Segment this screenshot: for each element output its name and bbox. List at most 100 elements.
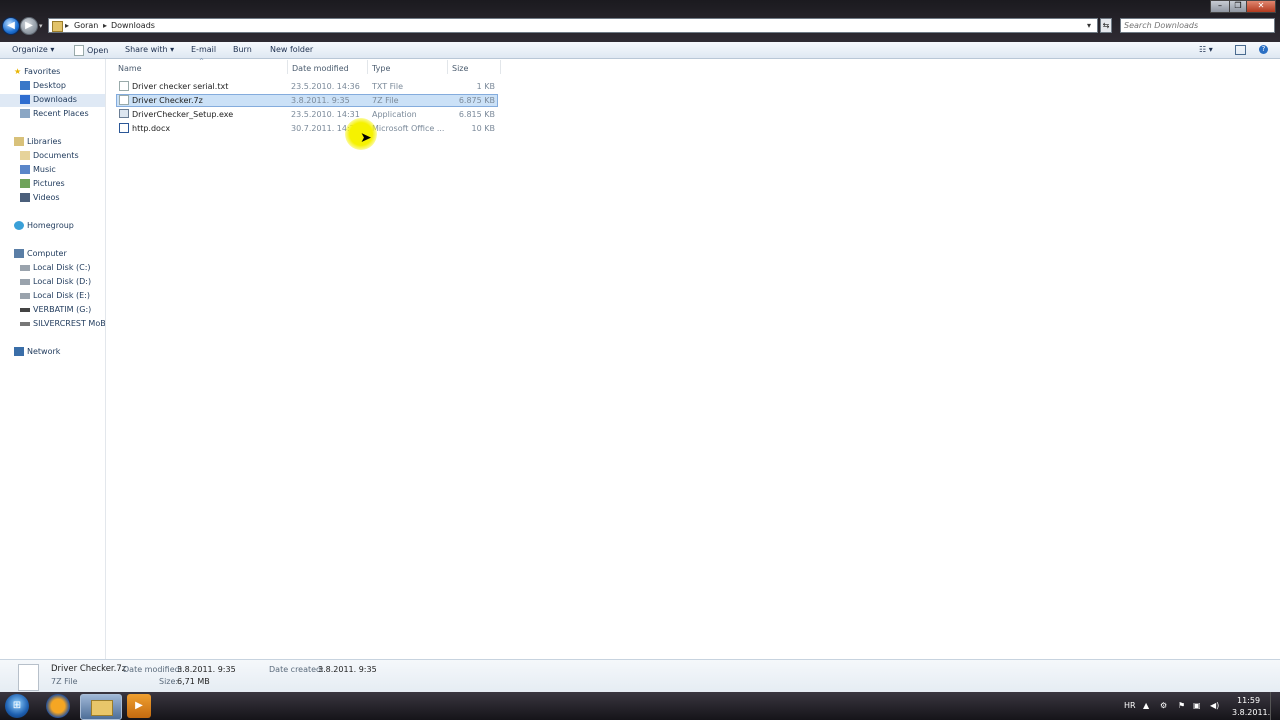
file-list (106, 59, 1280, 659)
sidebar-item-videos[interactable]: Videos (20, 193, 60, 202)
star-icon: ★ (14, 67, 22, 76)
sidebar-item-local-disk-d[interactable]: Local Disk (D:) (20, 277, 91, 286)
sidebar-item-recent-places[interactable]: Recent Places (20, 109, 89, 118)
sidebar-network[interactable]: Network (14, 347, 60, 356)
sidebar-libraries-label: Libraries (27, 137, 62, 146)
command-bar: Organize ▾ Open Share with ▾ E-mail Burn… (0, 42, 1280, 59)
file-row[interactable]: http.docx 30.7.2011. 14:21 Microsoft Off… (116, 122, 498, 135)
details-pane: Driver Checker.7z Date modified: 3.8.201… (0, 659, 1280, 693)
breadcrumb-separator-icon: ▸ (65, 21, 70, 30)
desktop-icon (20, 81, 30, 90)
open-button[interactable]: Open (74, 45, 108, 56)
column-divider (500, 60, 501, 74)
firefox-taskbar-icon[interactable] (46, 694, 70, 718)
search-input[interactable] (1121, 19, 1264, 32)
play-icon: ▶ (135, 700, 143, 711)
mouse-cursor-icon: ➤ (360, 130, 372, 146)
preview-pane-icon[interactable] (1235, 45, 1246, 55)
close-icon: ✕ (1257, 1, 1265, 10)
sidebar-libraries[interactable]: Libraries (14, 137, 62, 146)
downloads-folder-icon (20, 95, 30, 104)
sidebar-item-downloads[interactable]: Downloads (0, 94, 105, 107)
drive-icon (20, 264, 30, 271)
breadcrumb-downloads[interactable]: Downloads (111, 21, 155, 30)
back-button[interactable]: ◀ (2, 17, 20, 35)
organize-button[interactable]: Organize ▾ (12, 45, 54, 54)
organize-label: Organize (12, 45, 48, 54)
file-name: Driver checker serial.txt (132, 82, 229, 91)
sidebar-item-label: SILVERCREST MoBo: (33, 319, 105, 328)
sidebar-item-label: Documents (33, 151, 79, 160)
address-dropdown-icon[interactable]: ▾ (1087, 21, 1091, 30)
file-size: 10 KB (471, 124, 495, 133)
show-desktop-button[interactable] (1270, 692, 1280, 720)
view-options-icon[interactable]: ☷ ▾ (1199, 45, 1213, 54)
column-header-name[interactable]: Name (118, 64, 142, 73)
breadcrumb-goran[interactable]: Goran (74, 21, 98, 30)
help-icon[interactable]: ? (1259, 45, 1268, 54)
action-center-flag-icon[interactable]: ⚑ (1178, 701, 1185, 710)
sidebar-computer-label: Computer (27, 249, 67, 258)
sidebar-homegroup[interactable]: Homegroup (14, 221, 74, 230)
file-type: 7Z File (372, 96, 399, 105)
libraries-icon (14, 137, 24, 146)
column-header-type[interactable]: Type (372, 64, 390, 73)
file-type: Application (372, 110, 417, 119)
media-player-taskbar-icon[interactable]: ▶ (127, 694, 151, 718)
file-name: Driver Checker.7z (132, 96, 203, 105)
file-type: TXT File (372, 82, 404, 91)
details-size-label: Size: (159, 677, 179, 686)
sidebar-item-label: Videos (33, 193, 60, 202)
start-button[interactable]: ⊞ (5, 694, 29, 718)
sidebar-item-pictures[interactable]: Pictures (20, 179, 65, 188)
forward-button[interactable]: ▶ (20, 17, 38, 35)
volume-icon[interactable]: ◀) (1210, 701, 1219, 710)
sidebar-item-label: Local Disk (E:) (33, 291, 90, 300)
network-status-icon[interactable]: ▣ (1193, 701, 1201, 710)
file-name: http.docx (132, 124, 171, 133)
details-modified-label: Date modified: (123, 665, 183, 674)
sidebar-item-label: Pictures (33, 179, 65, 188)
drive-icon (20, 292, 30, 299)
file-size: 6.815 KB (458, 110, 495, 119)
file-row[interactable]: DriverChecker_Setup.exe 23.5.2010. 14:31… (116, 108, 498, 121)
clock-time[interactable]: 11:59 (1237, 696, 1260, 705)
maximize-icon: ❐ (1234, 1, 1242, 10)
burn-button[interactable]: Burn (233, 45, 252, 54)
sidebar-item-music[interactable]: Music (20, 165, 56, 174)
refresh-button[interactable]: ⇆ (1100, 18, 1112, 33)
sidebar-item-local-disk-e[interactable]: Local Disk (E:) (20, 291, 90, 300)
explorer-taskbar-button[interactable] (80, 694, 122, 720)
share-with-button[interactable]: Share with ▾ (125, 45, 174, 54)
clock-date[interactable]: 3.8.2011. (1232, 708, 1270, 717)
sidebar-item-silvercrest[interactable]: SILVERCREST MoBo: (20, 319, 105, 328)
column-divider (367, 60, 368, 74)
sidebar-item-local-disk-c[interactable]: Local Disk (C:) (20, 263, 91, 272)
address-bar[interactable]: ▸ Goran ▸ Downloads ▾ (48, 18, 1098, 33)
maximize-button[interactable]: ❐ (1229, 0, 1247, 13)
file-date: 3.8.2011. 9:35 (291, 96, 350, 105)
sidebar-item-verbatim-g[interactable]: VERBATIM (G:) (20, 305, 91, 314)
search-box[interactable] (1120, 18, 1275, 33)
column-header-size[interactable]: Size (452, 64, 468, 73)
minimize-button[interactable]: – (1210, 0, 1230, 13)
email-button[interactable]: E-mail (191, 45, 216, 54)
file-row[interactable]: Driver checker serial.txt 23.5.2010. 14:… (116, 80, 498, 93)
tray-app-icon[interactable]: ⚙ (1160, 701, 1167, 710)
sidebar-network-label: Network (27, 347, 61, 356)
folder-icon (52, 21, 63, 32)
sidebar-item-documents[interactable]: Documents (20, 151, 79, 160)
documents-icon (20, 151, 30, 160)
file-row-selected[interactable]: Driver Checker.7z 3.8.2011. 9:35 7Z File… (116, 94, 498, 107)
sidebar-homegroup-label: Homegroup (27, 221, 74, 230)
close-button[interactable]: ✕ (1246, 0, 1276, 13)
column-header-date-modified[interactable]: Date modified (292, 64, 349, 73)
sidebar-computer[interactable]: Computer (14, 249, 67, 258)
sidebar-favorites[interactable]: ★ Favorites (14, 67, 60, 76)
recent-pages-chevron-icon[interactable]: ▾ (39, 22, 43, 30)
windows-logo-icon: ⊞ (12, 700, 22, 711)
language-indicator[interactable]: HR (1124, 701, 1136, 710)
show-hidden-icons-icon[interactable]: ▲ (1143, 701, 1149, 710)
sidebar-item-desktop[interactable]: Desktop (20, 81, 66, 90)
new-folder-button[interactable]: New folder (270, 45, 313, 54)
